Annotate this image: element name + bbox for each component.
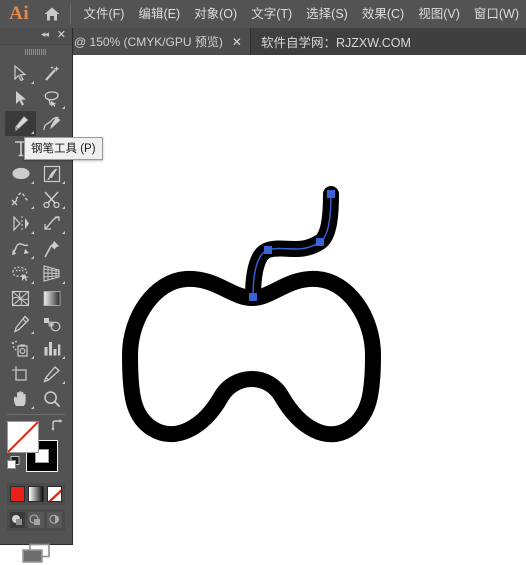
flyout-indicator-icon bbox=[31, 181, 34, 184]
blend-tool[interactable] bbox=[36, 311, 67, 336]
width-tool[interactable] bbox=[36, 211, 67, 236]
tooltip: 钢笔工具 (P) bbox=[24, 137, 103, 160]
close-icon[interactable]: ✕ bbox=[57, 28, 66, 41]
anchor-point[interactable] bbox=[249, 293, 257, 301]
artboard-tool[interactable] bbox=[5, 361, 36, 386]
mesh-tool[interactable] bbox=[5, 286, 36, 311]
watermark-label: 软件自学网：RJZXW.COM bbox=[260, 36, 411, 50]
document-tab-watermark[interactable]: 软件自学网：RJZXW.COM bbox=[250, 28, 421, 55]
menu-select[interactable]: 选择(S) bbox=[299, 0, 355, 28]
flyout-indicator-icon bbox=[31, 231, 34, 234]
app-logo: Ai bbox=[9, 3, 30, 24]
swap-fill-stroke-button[interactable] bbox=[51, 419, 65, 437]
draw-normal-button[interactable] bbox=[10, 512, 26, 528]
color-mode-buttons bbox=[7, 483, 65, 505]
gradient-button[interactable] bbox=[28, 486, 44, 502]
screen-mode-button[interactable] bbox=[0, 543, 72, 565]
pen-tool[interactable] bbox=[5, 111, 36, 136]
anchor-point[interactable] bbox=[327, 190, 335, 198]
home-icon[interactable] bbox=[38, 6, 65, 22]
zoom-tool[interactable] bbox=[36, 386, 67, 411]
curvature-tool[interactable] bbox=[36, 111, 67, 136]
anchor-point[interactable] bbox=[264, 246, 272, 254]
menu-effect[interactable]: 效果(C) bbox=[355, 0, 411, 28]
perspective-grid-tool[interactable] bbox=[36, 261, 67, 286]
flyout-indicator-icon bbox=[62, 381, 65, 384]
lasso-tool[interactable] bbox=[36, 86, 67, 111]
flyout-indicator-icon bbox=[31, 256, 34, 259]
draw-behind-button[interactable] bbox=[28, 512, 44, 528]
anchor-point[interactable] bbox=[316, 238, 324, 246]
menu-edit[interactable]: 编辑(E) bbox=[131, 0, 187, 28]
tools-divider bbox=[7, 414, 65, 415]
symbol-sprayer-tool[interactable] bbox=[5, 336, 36, 361]
draw-mode-buttons bbox=[7, 509, 65, 531]
default-fill-stroke-button[interactable] bbox=[7, 456, 21, 475]
flyout-indicator-icon bbox=[31, 356, 34, 359]
fill-swatch[interactable] bbox=[7, 421, 39, 453]
flyout-indicator-icon bbox=[31, 131, 34, 134]
color-button[interactable] bbox=[10, 486, 26, 502]
free-transform-tool[interactable] bbox=[5, 236, 36, 261]
menu-object[interactable]: 对象(O) bbox=[187, 0, 244, 28]
shape-builder-tool[interactable] bbox=[5, 261, 36, 286]
flyout-indicator-icon bbox=[62, 106, 65, 109]
menu-window[interactable]: 窗口(W) bbox=[467, 0, 526, 28]
ellipse-tool[interactable] bbox=[5, 161, 36, 186]
none-slash-icon bbox=[48, 488, 61, 501]
selection-tool[interactable] bbox=[5, 61, 36, 86]
document-tab-bar: @ 150% (CMYK/GPU 预览) ✕ 软件自学网：RJZXW.COM bbox=[0, 28, 526, 55]
tool-grid bbox=[0, 59, 72, 411]
close-icon[interactable]: ✕ bbox=[232, 35, 242, 49]
tools-panel: ◂◂ ✕ bbox=[0, 28, 73, 563]
paintbrush-tool[interactable] bbox=[36, 161, 67, 186]
draw-inside-button[interactable] bbox=[46, 512, 62, 528]
collapse-icon[interactable]: ◂◂ bbox=[41, 29, 49, 40]
menubar-divider bbox=[69, 4, 71, 24]
none-slash-icon bbox=[7, 421, 39, 453]
flyout-indicator-icon bbox=[31, 331, 34, 334]
menu-type[interactable]: 文字(T) bbox=[244, 0, 299, 28]
shaper-tool[interactable] bbox=[5, 186, 36, 211]
illustrator-window: Ai 文件(F) 编辑(E) 对象(O) 文字(T) 选择(S) 效果(C) 视… bbox=[0, 0, 526, 563]
fill-stroke-control bbox=[7, 418, 66, 480]
direct-selection-tool[interactable] bbox=[5, 86, 36, 111]
artwork-apple-outline[interactable] bbox=[0, 55, 526, 553]
gripper-icon bbox=[25, 49, 47, 55]
flyout-indicator-icon bbox=[62, 281, 65, 284]
hand-tool[interactable] bbox=[5, 386, 36, 411]
flyout-indicator-icon bbox=[31, 81, 34, 84]
none-button[interactable] bbox=[46, 486, 62, 502]
flyout-indicator-icon bbox=[62, 356, 65, 359]
document-tab-label: @ 150% (CMYK/GPU 预览) bbox=[74, 35, 223, 49]
scissors-tool[interactable] bbox=[36, 186, 67, 211]
flyout-indicator-icon bbox=[62, 206, 65, 209]
magic-wand-tool[interactable] bbox=[36, 61, 67, 86]
column-graph-tool[interactable] bbox=[36, 336, 67, 361]
menu-file[interactable]: 文件(F) bbox=[77, 0, 132, 28]
rotate-tool[interactable] bbox=[5, 211, 36, 236]
flyout-indicator-icon bbox=[62, 231, 65, 234]
menu-view[interactable]: 视图(V) bbox=[411, 0, 467, 28]
gradient-tool[interactable] bbox=[36, 286, 67, 311]
flyout-indicator-icon bbox=[31, 281, 34, 284]
flyout-indicator-icon bbox=[62, 181, 65, 184]
panel-drag-handle[interactable] bbox=[0, 45, 72, 59]
artboard-canvas[interactable] bbox=[0, 55, 526, 553]
pushpin-tool[interactable] bbox=[36, 236, 67, 261]
flyout-indicator-icon bbox=[31, 406, 34, 409]
flyout-indicator-icon bbox=[31, 206, 34, 209]
menu-bar: Ai 文件(F) 编辑(E) 对象(O) 文字(T) 选择(S) 效果(C) 视… bbox=[0, 0, 526, 28]
slice-tool[interactable] bbox=[36, 361, 67, 386]
tools-panel-header[interactable]: ◂◂ ✕ bbox=[0, 28, 72, 45]
eyedropper-tool[interactable] bbox=[5, 311, 36, 336]
